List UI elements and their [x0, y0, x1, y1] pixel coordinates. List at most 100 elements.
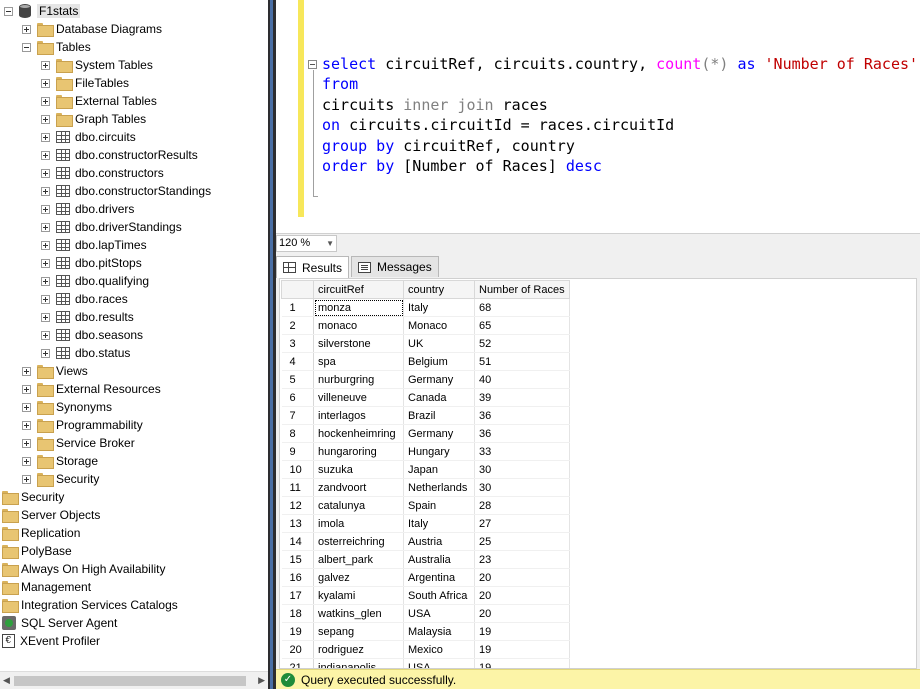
grid-cell[interactable]: galvez: [313, 568, 404, 587]
row-number[interactable]: 4: [281, 352, 314, 371]
outline-collapse-icon[interactable]: [308, 60, 317, 69]
grid-cell[interactable]: imola: [313, 514, 404, 533]
table-row[interactable]: 14 osterreichring Austria 25: [281, 532, 570, 551]
expand-icon[interactable]: [22, 402, 31, 412]
grid-cell[interactable]: Malaysia: [403, 622, 475, 641]
sql-code[interactable]: select circuitRef, circuits.country, cou…: [322, 54, 918, 176]
row-number[interactable]: 20: [281, 640, 314, 659]
tree-table[interactable]: dbo.results: [41, 308, 134, 326]
tree-server-node[interactable]: PolyBase: [2, 542, 72, 560]
grid-cell[interactable]: 30: [474, 478, 570, 497]
row-number[interactable]: 14: [281, 532, 314, 551]
grid-cell[interactable]: Germany: [403, 370, 475, 389]
tree-table[interactable]: dbo.constructorStandings: [41, 182, 211, 200]
grid-cell[interactable]: hockenheimring: [313, 424, 404, 443]
tree-server-node[interactable]: Integration Services Catalogs: [2, 596, 178, 614]
tree-server-node[interactable]: Security: [2, 488, 64, 506]
column-header[interactable]: Number of Races: [474, 280, 570, 299]
grid-cell[interactable]: USA: [403, 604, 475, 623]
grid-cell[interactable]: South Africa: [403, 586, 475, 605]
tree-server-node[interactable]: Replication: [2, 524, 80, 542]
grid-cell[interactable]: albert_park: [313, 550, 404, 569]
tree-table[interactable]: dbo.driverStandings: [41, 218, 182, 236]
expand-icon[interactable]: [41, 168, 50, 178]
tree-folder[interactable]: Database Diagrams: [22, 20, 162, 38]
expand-icon[interactable]: [41, 312, 50, 322]
expand-icon[interactable]: [22, 474, 31, 484]
grid-cell[interactable]: 25: [474, 532, 570, 551]
expand-icon[interactable]: [41, 348, 50, 358]
grid-cell[interactable]: interlagos: [313, 406, 404, 425]
tree-table-subfolder[interactable]: System Tables: [41, 56, 153, 74]
row-number[interactable]: 5: [281, 370, 314, 389]
grid-cell[interactable]: 30: [474, 460, 570, 479]
tree-folder[interactable]: Views: [22, 362, 88, 380]
grid-cell[interactable]: 20: [474, 586, 570, 605]
table-row[interactable]: 18 watkins_glen USA 20: [281, 604, 570, 623]
grid-cell[interactable]: Japan: [403, 460, 475, 479]
grid-cell[interactable]: catalunya: [313, 496, 404, 515]
row-number[interactable]: 13: [281, 514, 314, 533]
table-row[interactable]: 6 villeneuve Canada 39: [281, 388, 570, 407]
grid-cell[interactable]: 20: [474, 568, 570, 587]
grid-cell[interactable]: monza: [313, 298, 404, 317]
tree-table[interactable]: dbo.constructors: [41, 164, 164, 182]
grid-cell[interactable]: nurburgring: [313, 370, 404, 389]
row-number[interactable]: 19: [281, 622, 314, 641]
expand-icon[interactable]: [22, 366, 31, 376]
table-row[interactable]: 11 zandvoort Netherlands 30: [281, 478, 570, 497]
grid-cell[interactable]: 28: [474, 496, 570, 515]
grid-cell[interactable]: 27: [474, 514, 570, 533]
collapse-icon[interactable]: [4, 6, 13, 16]
expand-icon[interactable]: [22, 456, 31, 466]
table-row[interactable]: 19 sepang Malaysia 19: [281, 622, 570, 641]
table-row[interactable]: 15 albert_park Australia 23: [281, 550, 570, 569]
row-number[interactable]: 18: [281, 604, 314, 623]
expand-icon[interactable]: [41, 204, 50, 214]
grid-cell[interactable]: 20: [474, 604, 570, 623]
tree-table[interactable]: dbo.status: [41, 344, 130, 362]
table-row[interactable]: 4 spa Belgium 51: [281, 352, 570, 371]
row-number[interactable]: 7: [281, 406, 314, 425]
grid-cell[interactable]: rodriguez: [313, 640, 404, 659]
grid-cell[interactable]: 65: [474, 316, 570, 335]
row-number[interactable]: 3: [281, 334, 314, 353]
table-row[interactable]: 12 catalunya Spain 28: [281, 496, 570, 515]
tree-folder[interactable]: Storage: [22, 452, 98, 470]
tree-table[interactable]: dbo.constructorResults: [41, 146, 198, 164]
zoom-dropdown[interactable]: 120 % ▼: [276, 235, 337, 252]
table-row[interactable]: 21 indianapolis USA 19: [281, 658, 570, 668]
table-row[interactable]: 9 hungaroring Hungary 33: [281, 442, 570, 461]
tree-table[interactable]: dbo.drivers: [41, 200, 134, 218]
expand-icon[interactable]: [41, 96, 50, 106]
grid-cell[interactable]: 19: [474, 640, 570, 659]
table-row[interactable]: 1 monza Italy 68: [281, 298, 570, 317]
table-row[interactable]: 13 imola Italy 27: [281, 514, 570, 533]
explorer-horizontal-scrollbar[interactable]: ◀ ▶: [0, 671, 268, 689]
grid-cell[interactable]: zandvoort: [313, 478, 404, 497]
grid-cell[interactable]: 19: [474, 622, 570, 641]
grid-cell[interactable]: 23: [474, 550, 570, 569]
grid-cell[interactable]: 33: [474, 442, 570, 461]
expand-icon[interactable]: [41, 78, 50, 88]
row-number[interactable]: 11: [281, 478, 314, 497]
tree-folder[interactable]: Tables: [22, 38, 91, 56]
expand-icon[interactable]: [22, 420, 31, 430]
table-row[interactable]: 7 interlagos Brazil 36: [281, 406, 570, 425]
table-row[interactable]: 17 kyalami South Africa 20: [281, 586, 570, 605]
collapse-icon[interactable]: [22, 42, 31, 52]
expand-icon[interactable]: [41, 150, 50, 160]
row-number[interactable]: 10: [281, 460, 314, 479]
tree-node-database[interactable]: F1stats: [4, 2, 81, 20]
grid-cell[interactable]: silverstone: [313, 334, 404, 353]
grid-cell[interactable]: Hungary: [403, 442, 475, 461]
grid-cell[interactable]: Netherlands: [403, 478, 475, 497]
grid-cell[interactable]: Canada: [403, 388, 475, 407]
table-row[interactable]: 5 nurburgring Germany 40: [281, 370, 570, 389]
table-row[interactable]: 3 silverstone UK 52: [281, 334, 570, 353]
grid-cell[interactable]: 40: [474, 370, 570, 389]
grid-cell[interactable]: hungaroring: [313, 442, 404, 461]
expand-icon[interactable]: [22, 438, 31, 448]
tree-server-node[interactable]: Management: [2, 578, 91, 596]
expand-icon[interactable]: [41, 258, 50, 268]
